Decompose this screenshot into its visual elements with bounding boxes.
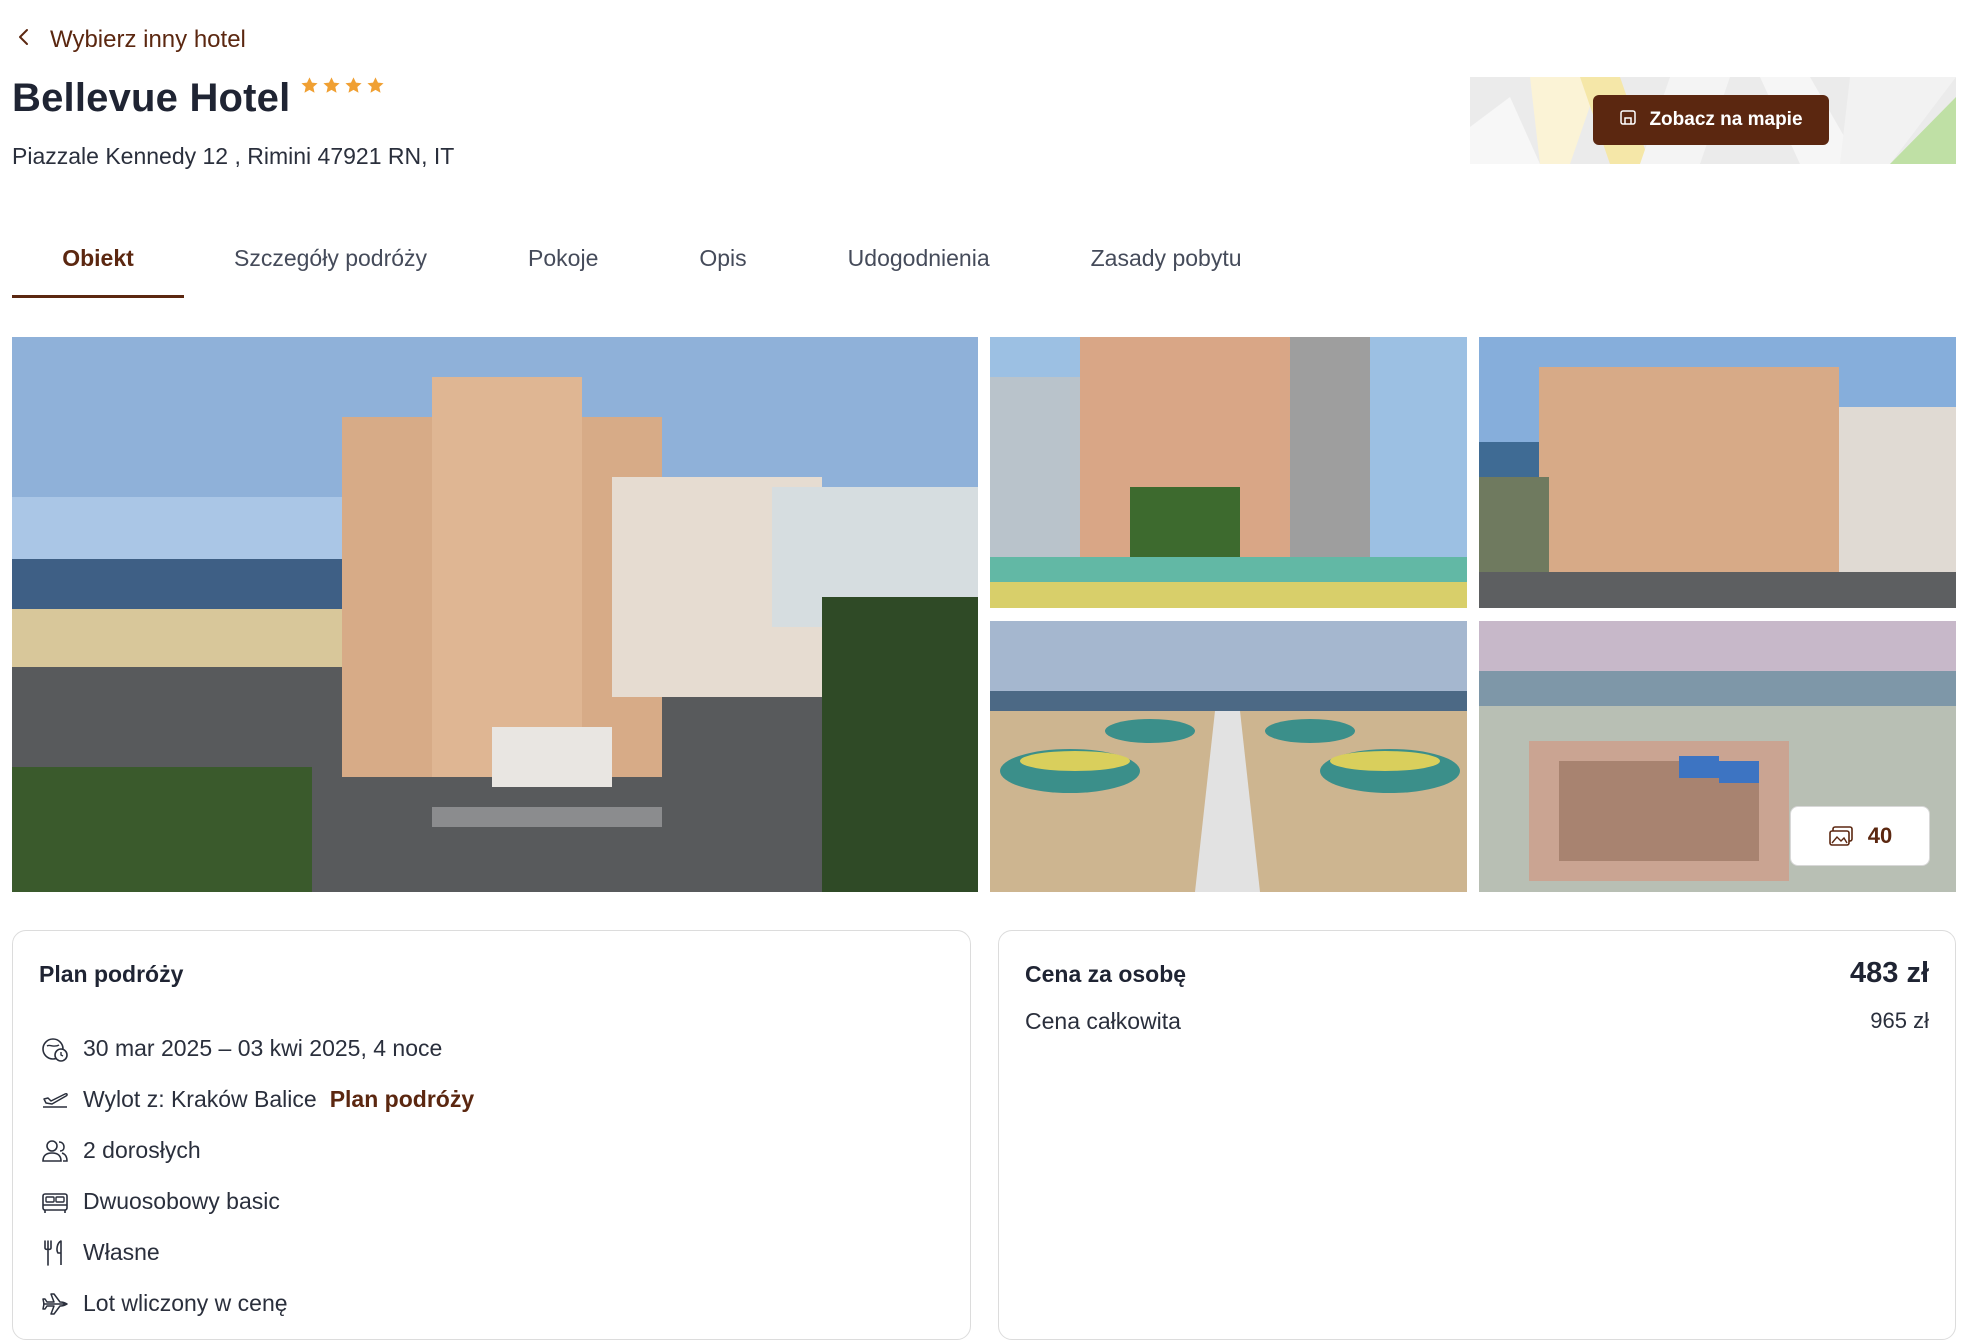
tab-opis[interactable]: Opis [699,228,746,298]
price-card: Cena za osobę 483 zł Cena całkowita 965 … [998,930,1956,1340]
star-icon [301,77,319,93]
photo-count-value: 40 [1867,823,1893,848]
tab-pokoje[interactable]: Pokoje [528,228,598,298]
hotel-address: Piazzale Kennedy 12 , Rimini 47921 RN, I… [12,143,455,169]
users-icon [39,1135,71,1167]
back-link[interactable]: Wybierz inny hotel [14,26,246,54]
travel-plan-link[interactable]: Plan podróży [330,1086,474,1113]
photo-count-button[interactable]: 40 [1790,806,1930,866]
plan-item-flight: Lot wliczony w cenę [39,1278,474,1329]
plan-guests-text: 2 dorosłych [83,1137,201,1163]
gallery-photo-2[interactable] [990,337,1467,608]
calendar-travel-icon [39,1033,71,1065]
cutlery-icon [39,1237,71,1269]
back-link-label: Wybierz inny hotel [50,26,246,53]
star-icon [367,77,385,93]
gallery-photo-4[interactable] [990,621,1467,892]
star-icon [323,77,341,93]
plan-item-board: Własne [39,1227,474,1278]
plan-departure-text: Wylot z: Kraków Balice [83,1086,317,1112]
view-on-map-button[interactable]: Zobacz na mapie [1593,95,1829,145]
gallery-photo-3[interactable] [1479,337,1956,608]
plan-item-departure: Wylot z: Kraków Balice Plan podróży [39,1074,474,1125]
star-icon [345,77,363,93]
gallery-photo-main[interactable] [12,337,978,892]
plan-item-room: Dwuosobowy basic [39,1176,474,1227]
hotel-title: Bellevue Hotel [12,76,291,120]
plan-item-guests: 2 dorosłych [39,1125,474,1176]
tab-zasady-pobytu[interactable]: Zasady pobytu [1091,228,1242,298]
plane-departure-icon [39,1084,71,1116]
total-price-value: 965 zł [1870,1008,1929,1033]
tab-obiekt[interactable]: Obiekt [12,228,184,298]
travel-plan-list: 30 mar 2025 – 03 kwi 2025, 4 noce Wylot … [39,1023,474,1329]
plan-item-dates: 30 mar 2025 – 03 kwi 2025, 4 noce [39,1023,474,1074]
gallery-icon [1828,825,1854,847]
photo-gallery: 40 [12,337,1956,892]
gallery-photo-5[interactable]: 40 [1479,621,1956,892]
bed-icon [39,1186,71,1218]
plan-dates-text: 30 mar 2025 – 03 kwi 2025, 4 noce [83,1035,443,1061]
travel-plan-title: Plan podróży [39,961,184,987]
plane-icon [39,1288,71,1320]
tab-udogodnienia[interactable]: Udogodnienia [848,228,990,298]
hotel-tabs: Obiekt Szczegóły podróży Pokoje Opis Udo… [12,228,1242,298]
star-rating [300,76,385,95]
tab-szczegoly-podrozy[interactable]: Szczegóły podróży [234,228,427,298]
plan-board-text: Własne [83,1239,160,1265]
view-on-map-label: Zobacz na mapie [1649,109,1803,130]
plan-room-text: Dwuosobowy basic [83,1188,280,1214]
total-price-label: Cena całkowita [1025,1008,1181,1034]
map-preview[interactable]: Zobacz na mapie [1470,77,1956,164]
map-pin-icon [1619,108,1637,132]
chevron-left-icon [14,26,34,54]
price-per-person-label: Cena za osobę [1025,961,1187,987]
hotel-header: Bellevue Hotel [12,76,385,121]
travel-plan-card: Plan podróży 30 mar 2025 – 03 kwi 2025, … [12,930,971,1340]
price-per-person-value: 483 zł [1850,957,1929,989]
plan-flight-text: Lot wliczony w cenę [83,1290,288,1316]
